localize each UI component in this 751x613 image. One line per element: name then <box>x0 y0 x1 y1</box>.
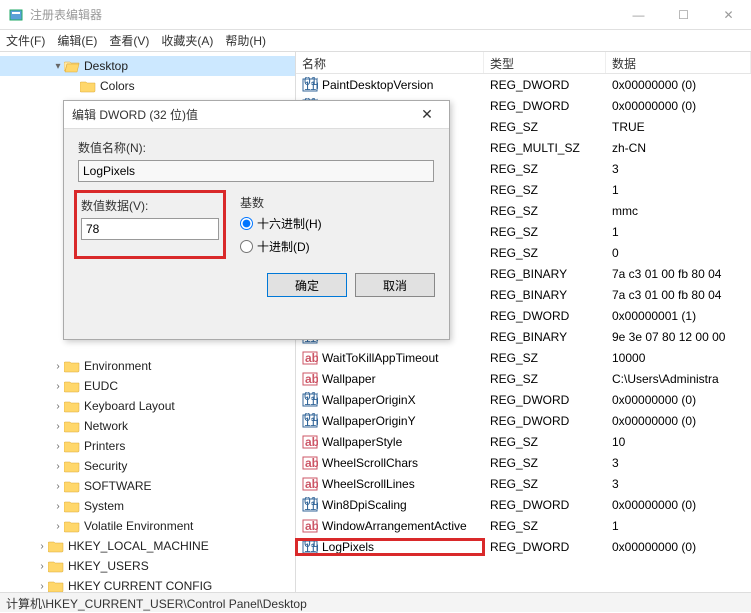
app-icon <box>8 7 24 23</box>
col-data[interactable]: 数据 <box>606 52 751 73</box>
radio-dec[interactable]: 十进制(D) <box>240 238 322 255</box>
dword-icon <box>302 413 318 429</box>
value-row[interactable]: LogPixelsREG_DWORD0x00000000 (0) <box>296 536 751 557</box>
menu-favorites[interactable]: 收藏夹(A) <box>161 32 213 49</box>
edit-dword-dialog: 编辑 DWORD (32 位)值 ✕ 数值名称(N): 数值数据(V): 基数 … <box>63 100 450 340</box>
tree-item[interactable]: ›HKEY CURRENT CONFIG <box>0 576 295 592</box>
tree-item[interactable]: ▾Desktop <box>0 56 295 76</box>
value-data-input[interactable] <box>81 218 219 240</box>
value-name-input[interactable] <box>78 160 434 182</box>
value-row[interactable]: WallpaperOriginYREG_DWORD0x00000000 (0) <box>296 410 751 431</box>
dword-icon <box>302 497 318 513</box>
tree-item[interactable]: ›SOFTWARE <box>0 476 295 496</box>
column-header[interactable]: 名称 类型 数据 <box>296 52 751 74</box>
tree-item[interactable]: ›Volatile Environment <box>0 516 295 536</box>
close-button[interactable]: ✕ <box>706 0 751 30</box>
value-data-label: 数值数据(V): <box>81 197 219 214</box>
status-bar: 计算机\HKEY_CURRENT_USER\Control Panel\Desk… <box>0 592 751 612</box>
value-row[interactable]: WindowArrangementActiveREG_SZ1 <box>296 515 751 536</box>
sz-icon <box>302 350 318 366</box>
value-row[interactable]: WallpaperREG_SZC:\Users\Administra <box>296 368 751 389</box>
menu-bar: 文件(F) 编辑(E) 查看(V) 收藏夹(A) 帮助(H) <box>0 30 751 52</box>
menu-edit[interactable]: 编辑(E) <box>57 32 97 49</box>
menu-help[interactable]: 帮助(H) <box>225 32 266 49</box>
dialog-close-icon[interactable]: ✕ <box>413 106 441 123</box>
value-row[interactable]: WallpaperOriginXREG_DWORD0x00000000 (0) <box>296 389 751 410</box>
col-name[interactable]: 名称 <box>296 52 484 73</box>
radio-hex[interactable]: 十六进制(H) <box>240 215 322 232</box>
dword-icon <box>302 77 318 93</box>
tree-item[interactable]: ›Environment <box>0 356 295 376</box>
sz-icon <box>302 518 318 534</box>
ok-button[interactable]: 确定 <box>267 273 347 297</box>
tree-item[interactable]: ›System <box>0 496 295 516</box>
tree-item[interactable]: ›EUDC <box>0 376 295 396</box>
sz-icon <box>302 476 318 492</box>
menu-file[interactable]: 文件(F) <box>6 32 45 49</box>
value-name-label: 数值名称(N): <box>78 139 435 156</box>
menu-view[interactable]: 查看(V) <box>109 32 149 49</box>
title-bar: 注册表编辑器 — ☐ ✕ <box>0 0 751 30</box>
dword-icon <box>302 539 318 555</box>
maximize-button[interactable]: ☐ <box>661 0 706 30</box>
cancel-button[interactable]: 取消 <box>355 273 435 297</box>
dword-icon <box>302 392 318 408</box>
value-row[interactable]: WallpaperStyleREG_SZ10 <box>296 431 751 452</box>
value-row[interactable]: WheelScrollLinesREG_SZ3 <box>296 473 751 494</box>
tree-item[interactable]: ›HKEY_USERS <box>0 556 295 576</box>
value-row[interactable]: Win8DpiScalingREG_DWORD0x00000000 (0) <box>296 494 751 515</box>
col-type[interactable]: 类型 <box>484 52 606 73</box>
minimize-button[interactable]: — <box>616 0 661 30</box>
tree-item[interactable]: Colors <box>0 76 295 96</box>
sz-icon <box>302 455 318 471</box>
tree-item[interactable]: ›Printers <box>0 436 295 456</box>
window-title: 注册表编辑器 <box>30 6 616 23</box>
tree-item[interactable]: ›Security <box>0 456 295 476</box>
base-label: 基数 <box>240 194 322 211</box>
tree-item[interactable]: ›Network <box>0 416 295 436</box>
tree-item[interactable]: ›HKEY_LOCAL_MACHINE <box>0 536 295 556</box>
tree-item[interactable]: ›Keyboard Layout <box>0 396 295 416</box>
value-row[interactable]: WaitToKillAppTimeoutREG_SZ10000 <box>296 347 751 368</box>
sz-icon <box>302 434 318 450</box>
sz-icon <box>302 371 318 387</box>
dialog-title: 编辑 DWORD (32 位)值 <box>72 106 413 123</box>
value-row[interactable]: WheelScrollCharsREG_SZ3 <box>296 452 751 473</box>
value-row[interactable]: PaintDesktopVersionREG_DWORD0x00000000 (… <box>296 74 751 95</box>
